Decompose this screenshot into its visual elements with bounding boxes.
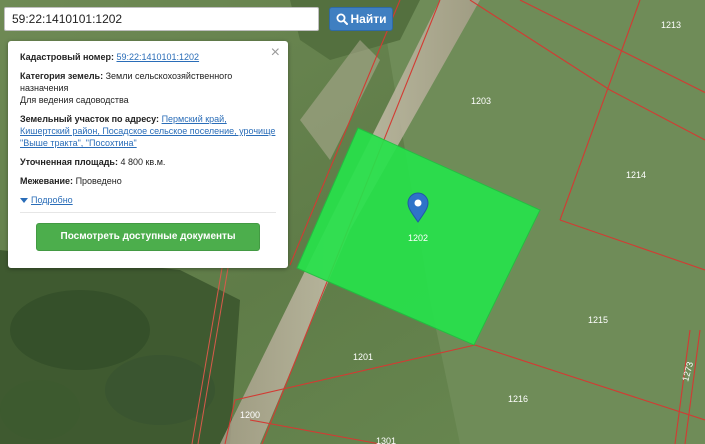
survey-row: Межевание: Проведено [20,175,276,187]
parcel-label: 1216 [508,394,528,404]
search-input[interactable] [4,7,319,31]
view-documents-button[interactable]: Посмотреть доступные документы [36,223,260,251]
parcel-label: 1301 [376,436,396,444]
parcel-label: 1201 [353,352,373,362]
tree-cluster [105,355,215,425]
search-button-label: Найти [350,12,387,26]
caret-down-icon [20,197,28,203]
search-icon [336,13,348,25]
close-icon[interactable]: × [271,45,280,61]
area-label: Уточненная площадь: [20,157,118,167]
parcel-label: 1200 [240,410,260,420]
cadastral-label: Кадастровый номер: [20,52,114,62]
parcel-info-card: × Кадастровый номер: 59:22:1410101:1202 … [8,41,288,268]
survey-value: Проведено [75,176,122,186]
tree-cluster [0,380,80,440]
parcel-label: 1214 [626,170,646,180]
address-row: Земельный участок по адресу: Пермский кр… [20,113,276,149]
details-toggle[interactable]: Подробно [20,194,276,206]
parcel-label: 1213 [661,20,681,30]
parcel-label: 1203 [471,96,491,106]
cadastral-row: Кадастровый номер: 59:22:1410101:1202 [20,51,276,63]
area-row: Уточненная площадь: 4 800 кв.м. [20,156,276,168]
category-label: Категория земель: [20,71,104,81]
survey-label: Межевание: [20,176,74,186]
usage-value: Для ведения садоводства [20,95,129,105]
tree-cluster [10,290,150,370]
parcel-label: 1202 [408,233,428,243]
cadastral-link[interactable]: 59:22:1410101:1202 [116,52,199,62]
category-row: Категория земель: Земли сельскохозяйстве… [20,70,276,106]
divider [20,212,276,213]
area-value: 4 800 кв.м. [120,157,166,167]
details-link[interactable]: Подробно [31,194,73,206]
search-button[interactable]: Найти [329,7,393,31]
address-label: Земельный участок по адресу: [20,114,160,124]
parcel-label: 1215 [588,315,608,325]
